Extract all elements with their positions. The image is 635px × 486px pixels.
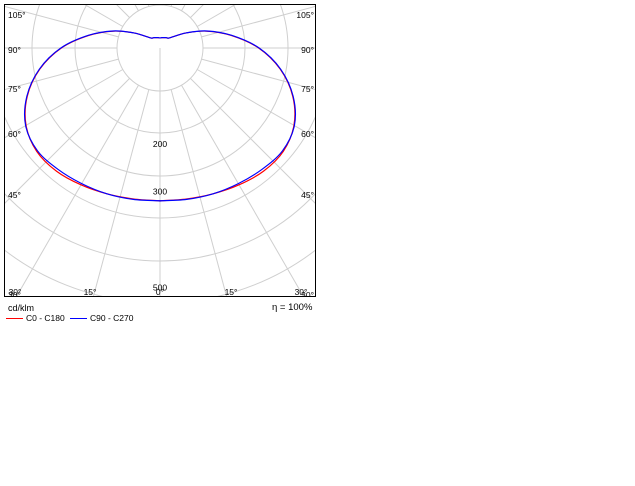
grid-spoke — [5, 58, 119, 91]
legend-swatch-c0-c180 — [6, 317, 23, 319]
grid-spoke — [170, 5, 173, 7]
grid-spoke — [170, 89, 227, 296]
angle-label-bottom: 30° — [9, 287, 22, 297]
grid-spoke — [201, 58, 315, 91]
angle-label-left: 90° — [8, 45, 21, 55]
radial-tick-label: 300 — [153, 187, 167, 197]
angle-label-bottom: 30° — [295, 287, 308, 297]
angle-label-left: 105° — [8, 10, 26, 20]
polar-plot-frame: 105° 90° 75° 60° 45° 30° 105° 90° 75° 60° 45° 30° 30… — [4, 4, 316, 297]
grid-spoke — [93, 89, 150, 296]
angle-label-right: 45° — [301, 190, 314, 200]
angle-label-left: 45° — [8, 190, 21, 200]
radial-tick-label: 500 — [153, 282, 167, 292]
polar-grid — [5, 5, 315, 296]
grid-spoke — [147, 5, 150, 7]
legend-label-c90-c270: C90 - C270 — [90, 313, 134, 323]
angle-label-right: 60° — [301, 129, 314, 139]
legend-item-c0-c180: C0 - C180 — [6, 312, 65, 324]
radial-tick-label: 200 — [153, 139, 167, 149]
legend: C0 - C180 C90 - C270 — [6, 312, 306, 324]
angle-label-left: 75° — [8, 84, 21, 94]
angle-label-left: 60° — [8, 129, 21, 139]
angle-label-bottom: 15° — [84, 287, 97, 297]
grid-spoke — [5, 78, 130, 204]
angle-label-right: 90° — [301, 45, 314, 55]
legend-swatch-c90-c270 — [70, 317, 87, 319]
polar-plot: 105° 90° 75° 60° 45° 30° 105° 90° 75° 60° 45° 30° 30… — [5, 5, 315, 297]
legend-item-c90-c270: C90 - C270 — [70, 312, 133, 324]
angle-label-right: 105° — [296, 10, 314, 20]
grid-spoke — [190, 78, 315, 204]
angle-label-bottom: 15° — [225, 287, 238, 297]
angle-label-right: 75° — [301, 84, 314, 94]
legend-label-c0-c180: C0 - C180 — [26, 313, 65, 323]
